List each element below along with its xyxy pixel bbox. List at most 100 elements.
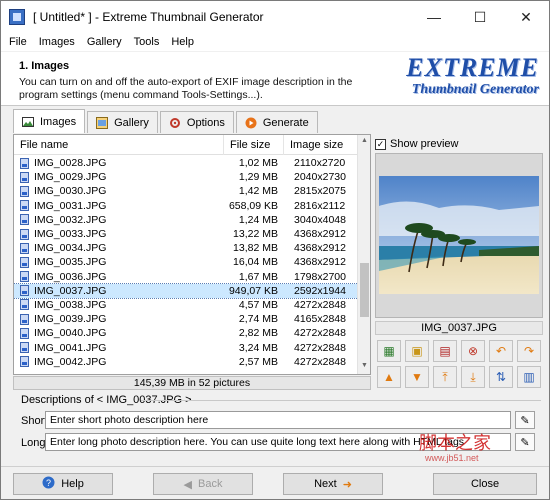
image-size: 4165x2848 <box>294 313 346 326</box>
edit-icon: ✎ <box>520 436 530 449</box>
file-size: 2,74 MB <box>238 313 278 326</box>
move-bottom-icon: ⤓ <box>470 369 476 384</box>
table-row[interactable]: IMG_0042.JPG 2,57 MB 4272x2848 <box>14 355 358 369</box>
step-title: 1. Images <box>19 60 70 72</box>
column-file-name[interactable]: File name <box>14 135 224 155</box>
redo-icon: ↷ <box>523 344 535 358</box>
table-row[interactable]: IMG_0036.JPG 1,67 MB 1798x2700 <box>14 270 358 284</box>
file-name-cell: IMG_0039.JPG <box>14 312 224 326</box>
list-scrollbar[interactable]: ▲ ▼ <box>357 135 370 374</box>
close-window-button[interactable]: ✕ <box>503 1 549 33</box>
back-button[interactable]: ◀ Back <box>153 473 253 495</box>
table-row[interactable]: IMG_0041.JPG 3,24 MB 4272x2848 <box>14 340 358 354</box>
app-icon <box>9 9 25 25</box>
table-row[interactable]: IMG_0035.JPG 16,04 MB 4368x2912 <box>14 255 358 269</box>
scroll-up-icon[interactable]: ▲ <box>360 137 369 147</box>
scroll-down-icon[interactable]: ▼ <box>360 362 369 372</box>
maximize-button[interactable]: ☐ <box>457 1 503 33</box>
add-images-button[interactable]: ▦ <box>377 340 401 362</box>
undo-button[interactable]: ↶ <box>489 340 513 362</box>
image-size: 2815x2075 <box>294 185 346 198</box>
image-size: 2040x2730 <box>294 171 346 184</box>
show-preview-checkbox[interactable]: ✓ <box>375 138 386 150</box>
file-size: 13,82 MB <box>233 242 278 255</box>
next-button[interactable]: Next ➜ <box>283 473 383 495</box>
remove-image-button[interactable]: ▤ <box>433 340 457 362</box>
edit-long-button[interactable]: ✎ <box>515 433 535 451</box>
jpg-file-icon <box>20 185 29 197</box>
sort-button[interactable]: ⇅ <box>489 366 513 388</box>
tab-options-label: Options <box>186 116 225 129</box>
image-size: 4368x2912 <box>294 228 346 241</box>
properties-button[interactable]: ▥ <box>517 366 541 388</box>
move-top-button[interactable]: ⤒ <box>433 366 457 388</box>
close-button[interactable]: Close <box>433 473 537 495</box>
tab-gallery[interactable]: Gallery <box>87 111 158 133</box>
menu-gallery[interactable]: Gallery <box>87 36 122 48</box>
image-size: 4368x2912 <box>294 242 346 255</box>
file-name-cell: IMG_0031.JPG <box>14 199 224 213</box>
minimize-button[interactable]: — <box>411 1 457 33</box>
tab-images[interactable]: Images <box>13 109 86 133</box>
add-folder-button[interactable]: ▣ <box>405 340 429 362</box>
file-size: 3,24 MB <box>238 341 278 354</box>
column-file-size[interactable]: File size <box>224 135 284 155</box>
table-row[interactable]: IMG_0039.JPG 2,74 MB 4165x2848 <box>14 312 358 326</box>
file-name: IMG_0035.JPG <box>34 256 107 269</box>
edit-short-button[interactable]: ✎ <box>515 411 535 429</box>
table-row[interactable]: IMG_0033.JPG 13,22 MB 4368x2912 <box>14 227 358 241</box>
menu-images[interactable]: Images <box>39 36 75 48</box>
table-row[interactable]: IMG_0028.JPG 1,02 MB 2110x2720 <box>14 156 358 170</box>
file-name-cell: IMG_0042.JPG <box>14 355 224 369</box>
table-row[interactable]: IMG_0032.JPG 1,24 MB 3040x4048 <box>14 213 358 227</box>
move-bottom-button[interactable]: ⤓ <box>461 366 485 388</box>
file-name: IMG_0032.JPG <box>34 213 107 226</box>
help-button[interactable]: ? Help <box>13 473 113 495</box>
menu-file[interactable]: File <box>9 36 27 48</box>
long-label: Long <box>21 437 46 449</box>
file-name-cell: IMG_0033.JPG <box>14 227 224 241</box>
table-row[interactable]: IMG_0040.JPG 2,82 MB 4272x2848 <box>14 326 358 340</box>
image-size: 4272x2848 <box>294 327 346 340</box>
image-size: 2110x2720 <box>294 157 346 170</box>
move-down-button[interactable]: ▼ <box>405 366 429 388</box>
table-row[interactable]: IMG_0030.JPG 1,42 MB 2815x2075 <box>14 184 358 198</box>
preview-filename: IMG_0037.JPG <box>375 321 543 335</box>
scroll-thumb[interactable] <box>360 263 369 317</box>
redo-button[interactable]: ↷ <box>517 340 541 362</box>
table-row[interactable]: IMG_0037.JPG 949,07 KB 2592x1944 <box>14 282 359 299</box>
sort-icon: ⇅ <box>495 370 507 384</box>
file-list[interactable]: File name File size Image size IMG_0028.… <box>13 134 371 375</box>
move-up-button[interactable]: ▲ <box>377 366 401 388</box>
options-icon <box>169 117 181 129</box>
file-name: IMG_0029.JPG <box>34 171 107 184</box>
remove-all-button[interactable]: ⊗ <box>461 340 485 362</box>
image-size: 2592x1944 <box>294 284 346 297</box>
image-size: 1798x2700 <box>294 270 346 283</box>
table-row[interactable]: IMG_0034.JPG 13,82 MB 4368x2912 <box>14 241 358 255</box>
tab-images-label: Images <box>40 115 77 128</box>
table-row[interactable]: IMG_0029.JPG 1,29 MB 2040x2730 <box>14 170 358 184</box>
file-size: 1,42 MB <box>238 185 278 198</box>
column-image-size[interactable]: Image size <box>284 135 358 155</box>
table-row[interactable]: IMG_0038.JPG 4,57 MB 4272x2848 <box>14 298 358 312</box>
table-row[interactable]: IMG_0031.JPG 658,09 KB 2816x2112 <box>14 199 358 213</box>
tab-options[interactable]: Options <box>159 111 234 133</box>
jpg-file-icon <box>20 313 29 325</box>
file-name: IMG_0030.JPG <box>34 185 107 198</box>
short-description-input[interactable]: Enter short photo description here <box>45 411 511 429</box>
jpg-file-icon <box>20 356 29 368</box>
menu-help[interactable]: Help <box>171 36 194 48</box>
file-name: IMG_0040.JPG <box>34 327 107 340</box>
show-preview-toggle[interactable]: ✓ Show preview <box>375 138 458 150</box>
file-name-cell: IMG_0036.JPG <box>14 270 224 284</box>
file-size: 2,57 MB <box>238 355 278 368</box>
file-size: 658,09 KB <box>228 199 278 212</box>
move-up-icon: ▲ <box>383 370 395 384</box>
jpg-file-icon <box>20 256 29 268</box>
tab-generate[interactable]: Generate <box>235 111 318 133</box>
preview-pane <box>375 153 543 318</box>
preview-image <box>379 176 539 294</box>
menu-tools[interactable]: Tools <box>134 36 160 48</box>
add-folder-icon: ▣ <box>411 344 423 358</box>
